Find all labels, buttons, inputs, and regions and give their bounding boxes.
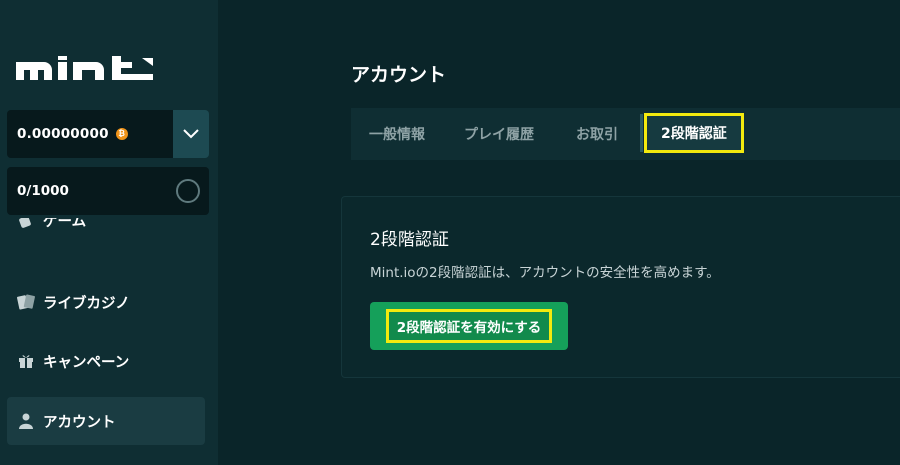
sidebar-item-account[interactable]: アカウント xyxy=(7,397,205,445)
sidebar-item-game[interactable]: ゲーム xyxy=(7,218,205,258)
cards-icon xyxy=(17,293,35,311)
gift-icon xyxy=(17,352,35,370)
dice-icon xyxy=(17,218,35,230)
page-title: アカウント xyxy=(351,64,447,86)
balance-display[interactable]: 0.00000000 ₿ xyxy=(7,110,173,158)
sidebar-item-live-casino[interactable]: ライブカジノ xyxy=(7,278,205,326)
level-progress[interactable]: 0/1000 xyxy=(7,167,209,215)
enable-2fa-button[interactable]: 2段階認証を有効にする xyxy=(370,302,568,350)
enable-2fa-button-label: 2段階認証を有効にする xyxy=(385,309,553,343)
mint-logo[interactable] xyxy=(16,56,156,82)
sidebar-item-label: ゲーム xyxy=(43,218,87,230)
tab-play-history[interactable]: プレイ履歴 xyxy=(464,108,534,160)
sidebar-item-label: ライブカジノ xyxy=(43,295,130,312)
chevron-down-icon xyxy=(183,129,199,139)
sidebar-item-label: アカウント xyxy=(43,414,116,431)
progress-text: 0/1000 xyxy=(17,183,69,199)
card-title: 2段階認証 xyxy=(370,230,449,250)
balance-amount: 0.00000000 xyxy=(17,126,109,142)
tab-transactions[interactable]: お取引 xyxy=(576,108,618,160)
two-factor-card: 2段階認証 Mint.ioの2段階認証は、アカウントの安全性を高めます。 2段階… xyxy=(341,196,900,378)
tab-general-info[interactable]: 一般情報 xyxy=(369,108,425,160)
currency-dropdown-button[interactable] xyxy=(173,110,209,158)
balance-selector[interactable]: 0.00000000 ₿ xyxy=(7,110,209,158)
active-tab-indicator xyxy=(640,114,643,152)
user-icon xyxy=(17,412,35,430)
sidebar-item-label: キャンペーン xyxy=(43,354,130,371)
account-tabs: 一般情報 プレイ履歴 お取引 xyxy=(351,108,900,160)
tab-two-factor-auth[interactable]: 2段階認証 xyxy=(644,113,744,153)
sidebar-item-campaign[interactable]: キャンペーン xyxy=(7,337,205,385)
progress-ring-icon xyxy=(176,179,200,203)
card-description: Mint.ioの2段階認証は、アカウントの安全性を高めます。 xyxy=(370,265,720,281)
bitcoin-icon: ₿ xyxy=(115,128,128,140)
sidebar: 0.00000000 ₿ 0/1000 ゲーム ライブカジノ キャンペーン アカ… xyxy=(0,0,218,465)
